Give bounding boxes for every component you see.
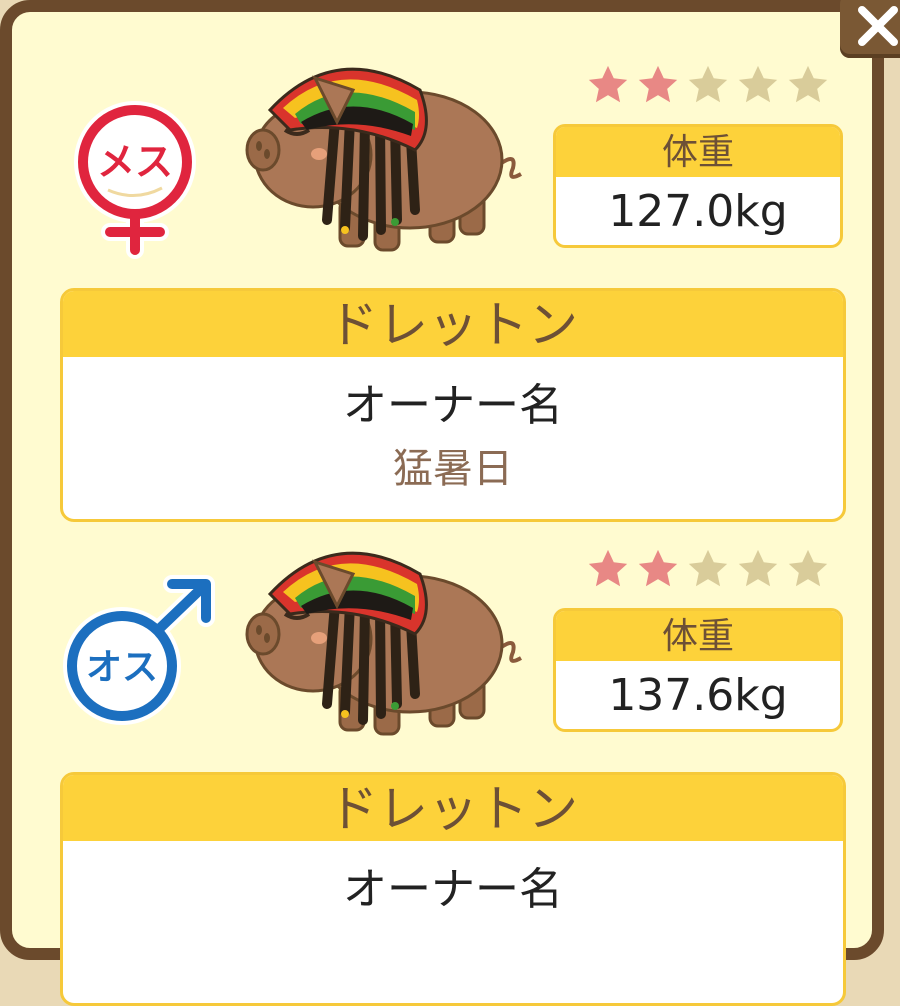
weight-label: 体重 — [556, 611, 840, 661]
female-gender-badge: メス — [60, 100, 210, 260]
breed-name: ドレットン — [63, 291, 843, 357]
star-filled-icon — [638, 65, 678, 103]
pig-illustration — [245, 50, 535, 265]
male-gender-badge: オス — [60, 568, 215, 728]
rating-stars — [585, 546, 831, 592]
star-empty-icon — [688, 65, 728, 103]
star-empty-icon — [738, 549, 778, 587]
star-empty-icon — [688, 549, 728, 587]
star-filled-icon — [588, 549, 628, 587]
female-symbol-icon: メス — [74, 101, 196, 259]
owner-label: オーナー名 — [343, 864, 563, 915]
weight-box: 体重 127.0kg — [553, 124, 843, 248]
owner-name: 猛暑日 — [393, 446, 513, 492]
weight-box: 体重 137.6kg — [553, 608, 843, 732]
star-empty-icon — [788, 65, 828, 103]
star-empty-icon — [788, 549, 828, 587]
weight-value: 127.0kg — [608, 186, 788, 237]
star-filled-icon — [588, 65, 628, 103]
star-empty-icon — [738, 65, 778, 103]
male-symbol-icon: オス — [63, 575, 215, 725]
rasta-pig-icon — [245, 551, 522, 736]
owner-label: オーナー名 — [343, 380, 563, 431]
weight-value: 137.6kg — [608, 670, 788, 721]
close-x-icon — [858, 6, 898, 46]
pig-illustration — [245, 534, 535, 749]
breed-owner-box: ドレットン オーナー名 猛暑日 — [60, 288, 846, 522]
male-label: オス — [86, 647, 158, 688]
rasta-pig-icon — [245, 67, 522, 252]
female-label: メス — [97, 140, 173, 184]
close-button[interactable] — [840, 0, 900, 58]
rating-stars — [585, 62, 831, 108]
star-filled-icon — [638, 549, 678, 587]
breed-owner-box: ドレットン オーナー名 — [60, 772, 846, 1006]
breed-name: ドレットン — [63, 775, 843, 841]
weight-label: 体重 — [556, 127, 840, 177]
